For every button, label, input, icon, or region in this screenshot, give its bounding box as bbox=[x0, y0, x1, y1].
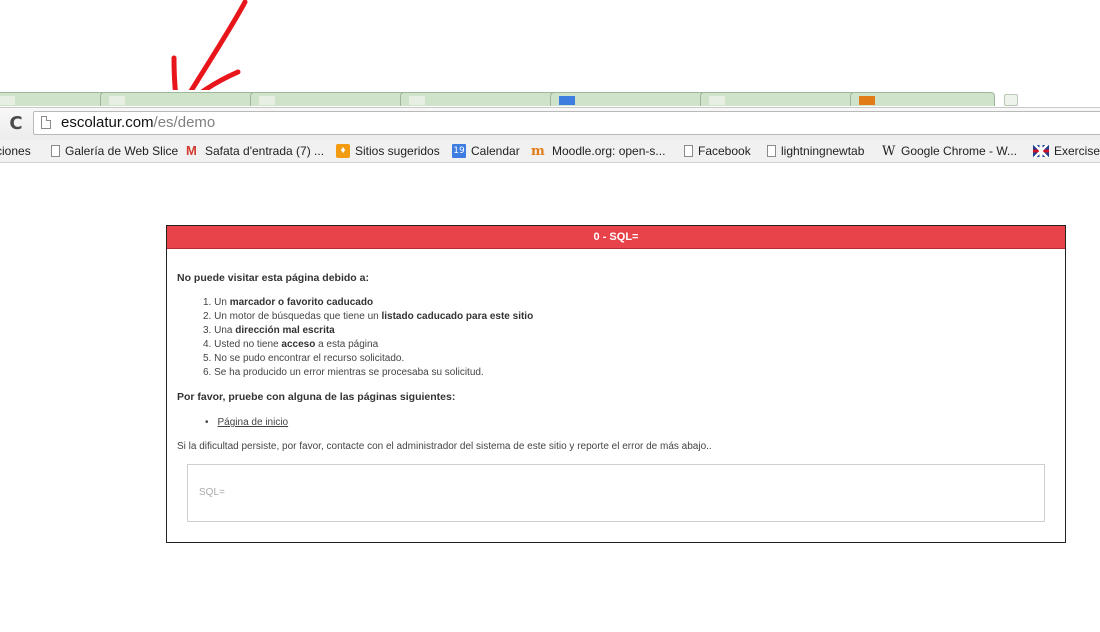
tab-favicon bbox=[859, 96, 875, 105]
suggested-sites-icon: ♦ bbox=[336, 144, 350, 158]
sql-text: SQL= bbox=[199, 487, 225, 498]
browser-tab[interactable] bbox=[250, 92, 410, 106]
new-tab-button[interactable] bbox=[1004, 94, 1018, 106]
bookmark-label: Facebook bbox=[698, 144, 751, 158]
bookmark-label: Moodle.org: open-s... bbox=[552, 144, 666, 158]
tab-favicon bbox=[0, 96, 15, 105]
tab-favicon bbox=[709, 96, 725, 105]
bookmark-label: ciones bbox=[0, 144, 31, 158]
bookmark-item[interactable]: ciones bbox=[0, 140, 31, 162]
error-header: 0 - SQL= bbox=[167, 226, 1065, 249]
browser-tab[interactable] bbox=[100, 92, 260, 106]
bookmark-item[interactable]: W Google Chrome - W... bbox=[882, 140, 1017, 162]
browser-tab[interactable] bbox=[550, 92, 710, 106]
uk-flag-icon bbox=[1033, 145, 1049, 157]
address-bar[interactable]: escolatur.com/es/demo bbox=[33, 111, 1100, 135]
browser-tab[interactable] bbox=[700, 92, 860, 106]
tab-favicon bbox=[109, 96, 125, 105]
reasons-list: 1. Un marcador o favorito caducado 2. Un… bbox=[203, 296, 533, 380]
bookmark-label: lightningnewtab bbox=[781, 144, 865, 158]
bookmarks-bar: ciones Galería de Web Slice M Safata d'e… bbox=[0, 140, 1100, 163]
gmail-icon: M bbox=[186, 143, 197, 158]
bookmark-item[interactable]: 19 Calendar bbox=[452, 140, 520, 162]
list-item: 6. Se ha producido un error mientras se … bbox=[203, 367, 484, 378]
bookmark-label: Galería de Web Slice bbox=[65, 144, 179, 158]
list-item: 3. Una dirección mal escrita bbox=[203, 325, 335, 336]
bookmark-label: Google Chrome - W... bbox=[901, 144, 1018, 158]
home-page-link[interactable]: Página de inicio bbox=[218, 417, 289, 428]
error-intro: No puede visitar esta página debido a: bbox=[177, 272, 369, 284]
list-item: Página de inicio bbox=[205, 416, 289, 430]
bookmark-item[interactable]: M Safata d'entrada (7) ... bbox=[186, 140, 324, 162]
page-icon bbox=[767, 145, 776, 157]
tab-favicon bbox=[559, 96, 575, 105]
bookmark-item[interactable]: Exercises bbox=[1033, 140, 1100, 162]
reload-icon[interactable]: C bbox=[6, 114, 26, 134]
tab-favicon bbox=[259, 96, 275, 105]
bookmark-item[interactable]: Facebook bbox=[684, 140, 751, 162]
page-icon bbox=[684, 145, 693, 157]
persist-message: Si la dificultad persiste, por favor, co… bbox=[177, 441, 712, 452]
error-panel: 0 - SQL= No puede visitar esta página de… bbox=[166, 225, 1066, 543]
bookmark-item[interactable]: Galería de Web Slice bbox=[51, 140, 178, 162]
tabs-row bbox=[0, 92, 1000, 106]
browser-toolbar: C escolatur.com/es/demo bbox=[0, 107, 1100, 141]
list-item: 4. Usted no tiene acceso a esta página bbox=[203, 339, 379, 350]
bookmark-label: Sitios sugeridos bbox=[355, 144, 440, 158]
sql-details-box: SQL= bbox=[187, 464, 1045, 522]
bookmark-label: Exercises bbox=[1054, 144, 1100, 158]
suggestion-heading: Por favor, pruebe con alguna de las pági… bbox=[177, 391, 456, 403]
url-host: escolatur.com bbox=[61, 114, 154, 131]
page-icon bbox=[41, 116, 51, 129]
wikipedia-icon: W bbox=[882, 143, 896, 159]
browser-tab[interactable] bbox=[400, 92, 560, 106]
calendar-icon: 19 bbox=[452, 144, 466, 158]
browser-tab[interactable] bbox=[850, 92, 995, 106]
bookmark-item[interactable]: m Moodle.org: open-s... bbox=[531, 140, 665, 162]
url-text[interactable]: escolatur.com/es/demo bbox=[61, 114, 215, 132]
bookmark-item[interactable]: lightningnewtab bbox=[767, 140, 864, 162]
bookmark-label: Safata d'entrada (7) ... bbox=[205, 144, 325, 158]
suggested-pages-list: Página de inicio bbox=[205, 416, 289, 430]
list-item: 1. Un marcador o favorito caducado bbox=[203, 297, 374, 308]
list-item: 2. Un motor de búsquedas que tiene un li… bbox=[203, 311, 534, 322]
bookmark-label: Calendar bbox=[471, 144, 520, 158]
list-item: 5. No se pudo encontrar el recurso solic… bbox=[203, 353, 405, 364]
tab-favicon bbox=[409, 96, 425, 105]
moodle-icon: m bbox=[531, 143, 545, 159]
url-path: /es/demo bbox=[153, 114, 216, 131]
page-icon bbox=[51, 145, 60, 157]
bookmark-item[interactable]: ♦ Sitios sugeridos bbox=[336, 140, 440, 162]
